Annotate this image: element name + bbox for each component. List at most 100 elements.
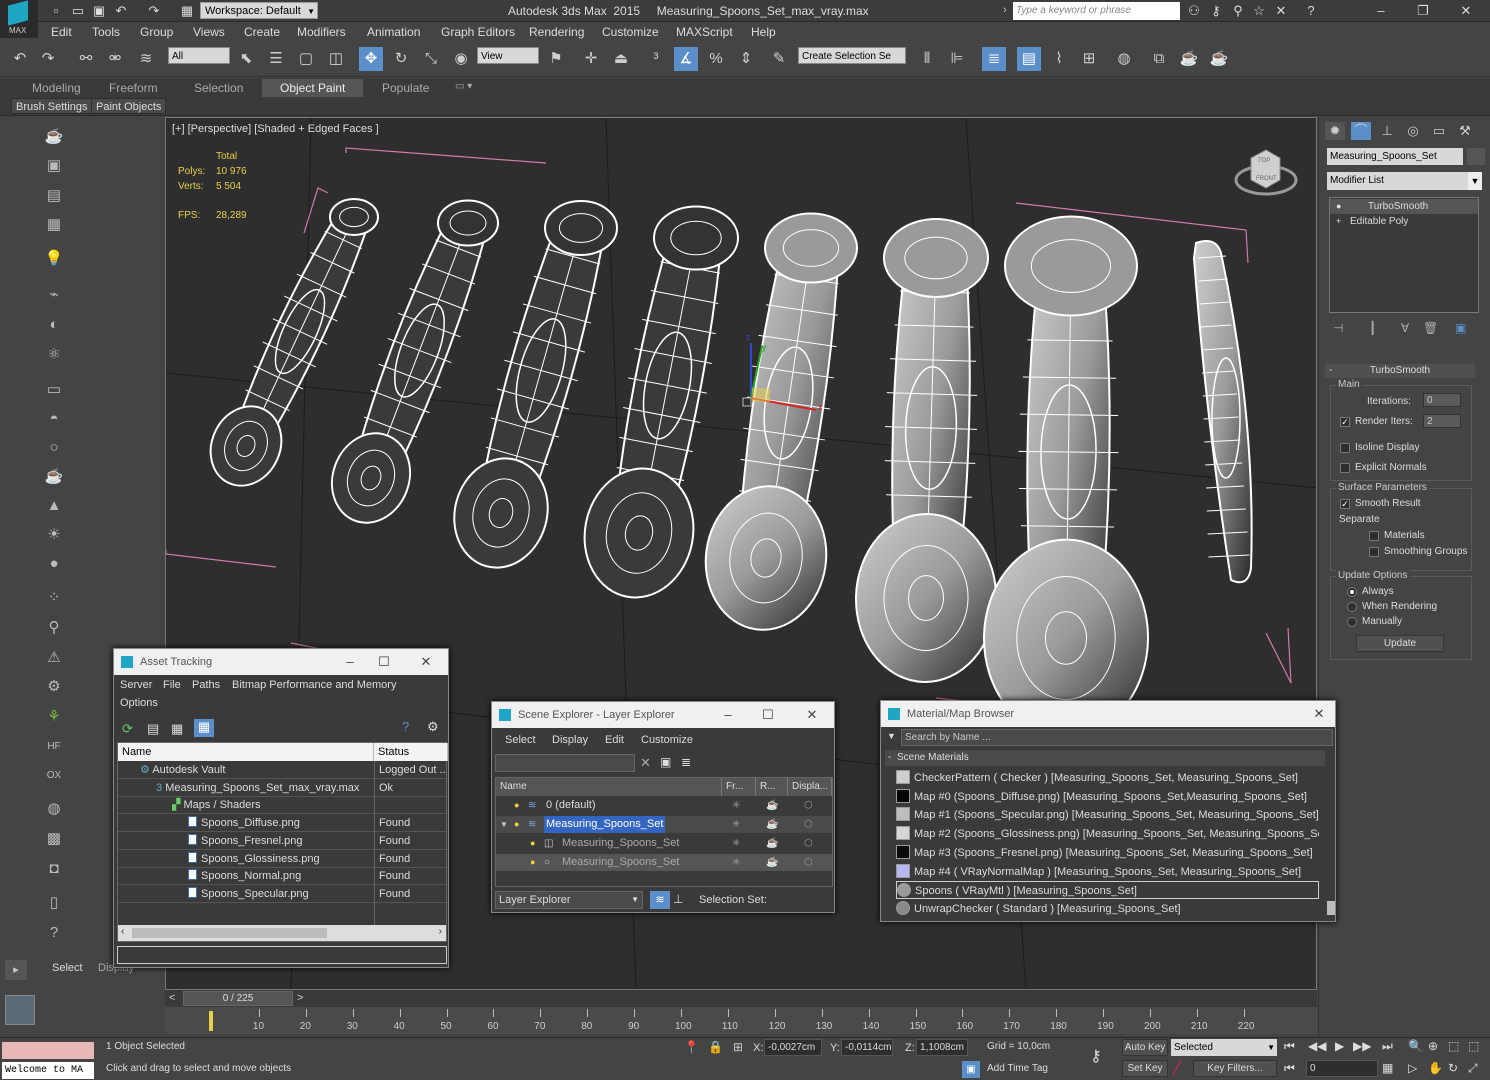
align-icon[interactable]: ⊫ <box>945 47 969 71</box>
menu-help[interactable]: Help <box>751 25 776 39</box>
key-icon[interactable]: ⚷ <box>1090 1046 1102 1066</box>
go-to-start-icon[interactable]: ⏮ <box>1284 1039 1295 1054</box>
window-crossing-icon[interactable]: ◫ <box>324 47 348 71</box>
modify-tab-icon[interactable]: ⌒ <box>1351 122 1371 140</box>
menu-maxscript[interactable]: MAXScript <box>676 25 733 39</box>
binoculars-icon[interactable]: ⚇ <box>1186 3 1202 19</box>
viewcube[interactable]: TOP FRONT <box>1234 149 1298 196</box>
manually-radio[interactable] <box>1347 617 1357 627</box>
zoom-icon[interactable]: 🔍 <box>1408 1039 1423 1053</box>
material-item[interactable]: Map #2 (Spoons_Glossiness.png) [Measurin… <box>896 825 1319 843</box>
material-item[interactable]: UnwrapChecker ( Standard ) [Measuring_Sp… <box>896 900 1319 918</box>
sun-icon[interactable]: ☀ <box>43 524 65 546</box>
render-setup-icon[interactable]: ⧉ <box>1147 47 1171 71</box>
column-header-status[interactable]: Status <box>374 743 448 761</box>
material-item[interactable]: Map #4 ( VRayNormalMap ) [Measuring_Spoo… <box>896 863 1319 881</box>
gear-icon[interactable]: ⚙ <box>43 676 65 698</box>
orbit-icon[interactable]: ↻ <box>1448 1061 1458 1075</box>
display-icon[interactable]: ⬡ <box>804 797 813 814</box>
explicit-normals-checkbox[interactable] <box>1340 463 1350 473</box>
menu-paths[interactable]: Paths <box>192 679 220 691</box>
menu-options[interactable]: Options <box>120 697 158 709</box>
current-time-marker[interactable] <box>209 1011 213 1031</box>
timeline-track[interactable]: 10 20 30 40 50 60 70 80 90 100 110 120 130 140 150 160 1… <box>165 1007 1317 1034</box>
layer-row[interactable]: ● ≋ 0 (default) ✳ ☕ ⬡ <box>496 797 832 814</box>
materials-checkbox[interactable] <box>1369 531 1379 541</box>
render-frame-icon[interactable]: ◘ <box>43 858 65 880</box>
close-button[interactable]: ✕ <box>1305 701 1333 727</box>
menu-server[interactable]: Server <box>120 679 152 691</box>
maximize-viewport-icon[interactable]: ⤢ <box>1468 1061 1478 1076</box>
spoon-mesh[interactable] <box>696 212 858 638</box>
list-view-icon[interactable]: ▤ <box>147 721 159 737</box>
find-input[interactable] <box>495 754 635 772</box>
layers-mode-icon[interactable]: ≋ <box>650 891 670 909</box>
menu-rendering[interactable]: Rendering <box>529 25 584 39</box>
material-search-input[interactable]: Search by Name ... <box>901 729 1333 746</box>
always-radio[interactable] <box>1347 587 1357 597</box>
scale-icon[interactable]: ⤡ <box>419 47 443 71</box>
maximize-button[interactable]: ❐ <box>1412 2 1434 20</box>
undo-icon[interactable]: ↶ <box>8 47 32 71</box>
y-coordinate-field[interactable]: -0,0114cm <box>841 1039 893 1056</box>
angle-snap-icon[interactable]: ∡ <box>674 47 698 71</box>
update-button[interactable]: Update <box>1356 635 1444 652</box>
menu-display[interactable]: Display <box>552 734 588 746</box>
close-button[interactable]: ✕ <box>1455 2 1477 20</box>
lightbulb-icon[interactable]: ● <box>1336 199 1341 214</box>
pan-icon[interactable]: ✋ <box>1428 1061 1443 1075</box>
key-icon[interactable]: ⚷ <box>1208 3 1224 19</box>
explorer-type-dropdown[interactable]: Layer Explorer ▼ <box>495 891 643 909</box>
key-set-dropdown[interactable]: Selected ▼ <box>1171 1039 1277 1056</box>
render-iters-checkbox[interactable]: ✓ <box>1340 417 1350 427</box>
mirror-icon[interactable]: ⫴ <box>915 47 939 71</box>
snowflake-icon[interactable]: ✳ <box>732 816 740 833</box>
render-icon[interactable]: ▣ <box>43 155 65 177</box>
display-tab-icon[interactable]: ▭ <box>1429 122 1449 140</box>
close-button[interactable]: ✕ <box>412 649 440 675</box>
go-to-end-icon[interactable]: ⏭ <box>1382 1039 1393 1054</box>
iterations-spinner[interactable]: 0 <box>1423 393 1461 407</box>
detail-view-icon[interactable]: ▦ <box>171 721 183 737</box>
schematic-view-icon[interactable]: ⊞ <box>1077 47 1101 71</box>
ox-icon[interactable]: OX <box>43 765 65 787</box>
isoline-display-checkbox[interactable] <box>1340 443 1350 453</box>
next-key-icon[interactable]: ▶▶ <box>1353 1039 1371 1053</box>
filter-icon[interactable]: ▣ <box>660 755 671 769</box>
star-icon[interactable]: ☆ <box>1251 3 1267 19</box>
stack-item-editable-poly[interactable]: + Editable Poly <box>1330 214 1478 229</box>
cone-icon[interactable]: ▲ <box>43 495 65 517</box>
menu-edit[interactable]: Edit <box>605 734 624 746</box>
time-slider[interactable]: < 0 / 225 > <box>165 990 1317 1007</box>
hf-icon[interactable]: HF <box>43 736 65 758</box>
grass-icon[interactable]: ⚘ <box>43 706 65 728</box>
previous-key-icon[interactable]: ◀◀ <box>1308 1039 1326 1053</box>
clipboard-icon[interactable]: ▯ <box>43 892 65 914</box>
named-selection-dropdown[interactable]: Create Selection Se <box>798 47 906 64</box>
lightbulb-icon[interactable]: ● <box>514 816 519 833</box>
manipulate-icon[interactable]: ✛ <box>579 47 603 71</box>
edit-named-sel-icon[interactable]: ✎ <box>767 47 791 71</box>
move-icon[interactable]: ✥ <box>359 47 383 71</box>
minimize-button[interactable]: – <box>1370 2 1392 20</box>
menu-edit[interactable]: Edit <box>51 25 72 39</box>
spoon-mesh[interactable] <box>854 218 999 684</box>
keyword-search-input[interactable]: Type a keyword or phrase <box>1013 2 1180 20</box>
ref-coord-dropdown[interactable]: View <box>477 47 539 64</box>
dome-light-icon[interactable]: ● <box>43 553 65 575</box>
maxscript-listener[interactable] <box>2 1042 94 1059</box>
tab-modeling[interactable]: Modeling <box>32 81 81 95</box>
selection-filter-dropdown[interactable]: All <box>168 47 230 64</box>
teapot-icon[interactable]: ☕ <box>766 797 778 814</box>
teapot-shape-icon[interactable]: ☕ <box>43 466 65 488</box>
table-icon[interactable]: ▦ <box>43 214 65 236</box>
expand-icon[interactable]: ▼ <box>500 816 508 833</box>
column-header-name[interactable]: Name <box>118 743 374 761</box>
show-end-result-icon[interactable]: ┃ <box>1369 321 1376 335</box>
configure-sets-icon[interactable]: ▣ <box>1455 321 1466 335</box>
document-icon[interactable]: ▤ <box>43 185 65 207</box>
redo-icon[interactable]: ↷ <box>36 47 60 71</box>
pivot-center-icon[interactable]: ⚑ <box>544 47 568 71</box>
help-icon[interactable]: ? <box>43 922 65 944</box>
teapot-icon[interactable]: ☕ <box>43 126 65 148</box>
